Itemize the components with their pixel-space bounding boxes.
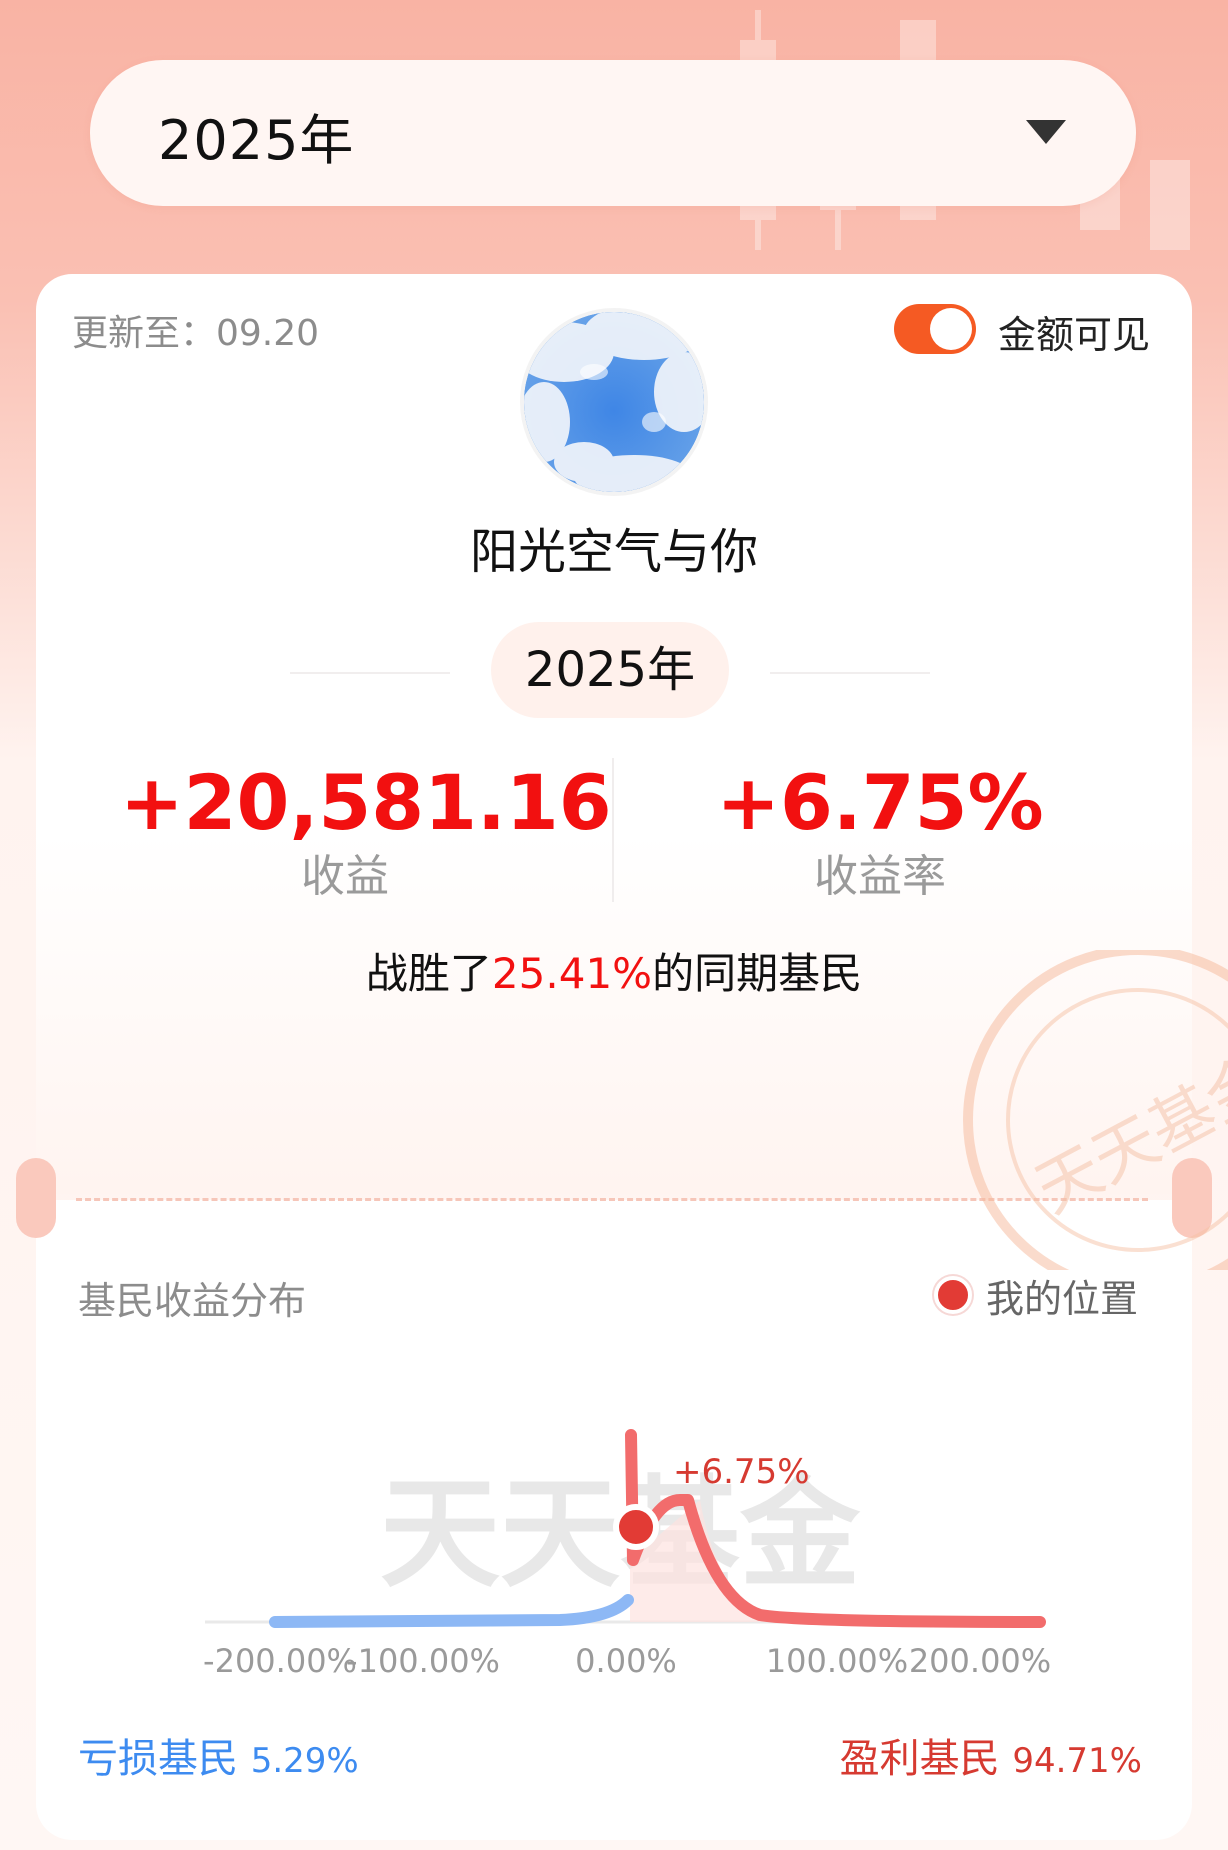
my-position-legend-label: 我的位置 xyxy=(986,1277,1139,1321)
amount-visible-toggle[interactable] xyxy=(894,304,976,354)
return-rate-label: 收益率 xyxy=(814,851,946,902)
stat-divider xyxy=(612,758,614,902)
update-date: 更新至：09.20 xyxy=(72,313,320,354)
year-line-left xyxy=(290,672,450,674)
username: 阳光空气与你 xyxy=(469,524,758,580)
x-tick-label: -200.00% xyxy=(203,1642,357,1680)
loss-investors-label: 亏损基民 xyxy=(78,1736,238,1782)
sky-avatar-image xyxy=(524,312,704,492)
loss-investors-percent: 5.29% xyxy=(250,1741,359,1781)
avatar[interactable] xyxy=(520,308,708,496)
year-pill: 2025年 xyxy=(491,622,729,718)
year-line-right xyxy=(770,672,930,674)
my-position-legend-dot xyxy=(934,1276,972,1314)
beat-suffix: 的同期基民 xyxy=(652,949,863,998)
year-dropdown[interactable]: 2025年 xyxy=(90,60,1136,206)
my-position-marker xyxy=(613,1504,659,1550)
profit-investors-percent: 94.71% xyxy=(1012,1741,1142,1781)
return-rate: +6.75% xyxy=(716,758,1044,847)
x-tick-label: 0.00% xyxy=(575,1642,677,1680)
profit-investors-label: 盈利基民 xyxy=(839,1736,1000,1782)
toggle-knob xyxy=(930,308,972,350)
amount-visible-label: 金额可见 xyxy=(998,313,1151,357)
beat-prefix: 战胜了 xyxy=(365,949,492,998)
dropdown-caret-icon xyxy=(1026,120,1066,144)
x-tick-label: 200.00% xyxy=(909,1642,1051,1680)
loss-investors: 亏损基民 5.29% xyxy=(78,1726,359,1784)
beat-percent: 25.41% xyxy=(491,949,653,998)
x-tick-label: -100.00% xyxy=(346,1642,500,1680)
profit-label: 收益 xyxy=(301,851,389,902)
tiantian-fund-stamp: 天天基金 xyxy=(963,950,1228,1270)
profit-amount: +20,581.16 xyxy=(120,758,612,847)
svg-text:天天基金: 天天基金 xyxy=(1024,1043,1228,1229)
distribution-title: 基民收益分布 xyxy=(78,1279,307,1323)
card-notch-left xyxy=(16,1158,56,1238)
year-dropdown-value: 2025年 xyxy=(158,109,355,172)
distribution-chart: 天天基金 +6.75% -200.00% -100.00% 0.00% 100.… xyxy=(203,1429,1051,1680)
x-tick-label: 100.00% xyxy=(766,1642,908,1680)
marker-label: +6.75% xyxy=(673,1452,810,1492)
profit-investors: 盈利基民 94.71% xyxy=(840,1726,1142,1784)
